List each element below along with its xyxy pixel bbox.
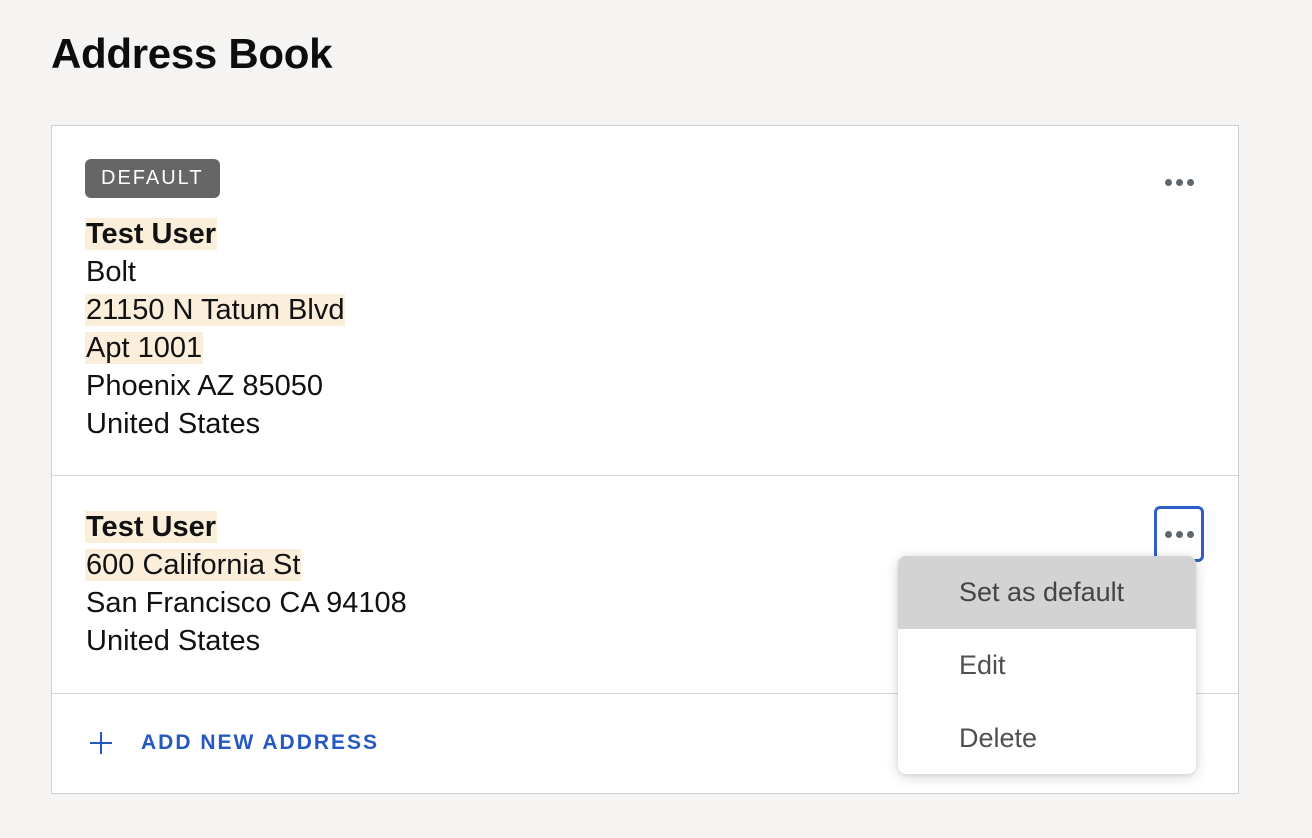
address-country: United States: [86, 408, 261, 440]
add-new-address-label: ADD NEW ADDRESS: [141, 731, 380, 754]
more-actions-button[interactable]: [1154, 154, 1204, 210]
more-actions-button-focused[interactable]: [1154, 506, 1204, 562]
more-dot: [1186, 178, 1194, 186]
address-street: 600 California St: [85, 549, 302, 581]
address-unit: Apt 1001: [85, 332, 204, 364]
address-street: 21150 N Tatum Blvd: [85, 294, 346, 326]
address-actions-menu: Set as default Edit Delete: [898, 556, 1196, 774]
plus-icon: [90, 732, 112, 754]
more-dot: [1186, 530, 1194, 538]
more-dot: [1175, 178, 1183, 186]
more-dot: [1175, 530, 1183, 538]
menu-item-delete[interactable]: Delete: [898, 702, 1196, 774]
address-entry-default: DEFAULT Test User Bolt 21150 N Tatum Blv…: [52, 126, 1238, 476]
address-city-line: Phoenix AZ 85050: [86, 370, 324, 402]
address-company: Bolt: [86, 256, 136, 288]
page-title: Address Book: [51, 30, 333, 77]
address-name: Test User: [85, 218, 218, 250]
more-horizontal-icon: [1164, 530, 1172, 538]
more-horizontal-icon: [1164, 178, 1172, 186]
address-lines: Test User Bolt 21150 N Tatum Blvd Apt 10…: [85, 215, 346, 443]
address-city-line: San Francisco CA 94108: [86, 587, 407, 619]
menu-item-edit[interactable]: Edit: [898, 629, 1196, 702]
menu-item-set-as-default[interactable]: Set as default: [898, 556, 1196, 629]
default-badge: DEFAULT: [85, 159, 220, 198]
address-country: United States: [86, 625, 261, 657]
address-lines: Test User 600 California St San Francisc…: [85, 508, 408, 660]
address-book-page: Address Book DEFAULT Test User Bolt 2115…: [0, 0, 1312, 838]
address-name: Test User: [85, 511, 218, 543]
